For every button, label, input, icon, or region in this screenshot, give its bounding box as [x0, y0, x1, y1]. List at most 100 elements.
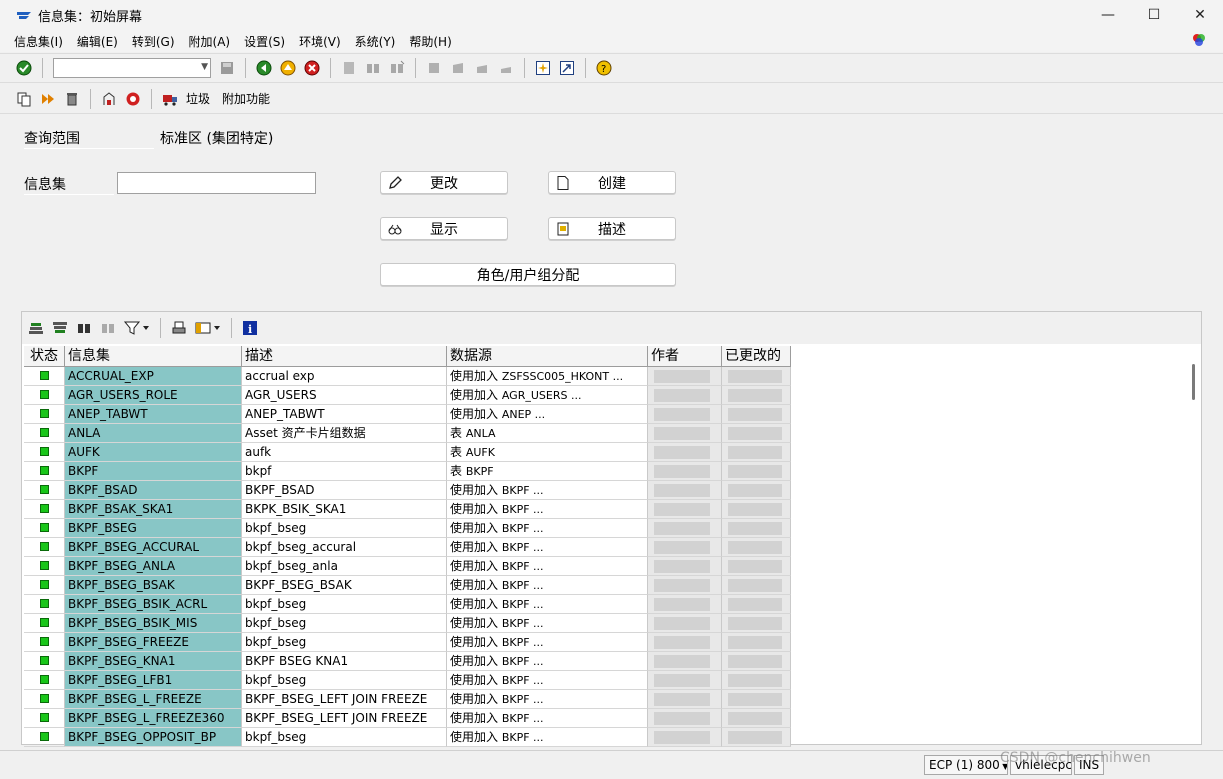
description-cell[interactable]: AGR_USERS [242, 386, 447, 405]
changed-by-cell[interactable] [722, 709, 791, 728]
infoset-name-cell[interactable]: BKPF_BSAD [65, 481, 242, 500]
display-button[interactable]: 显示 [380, 217, 508, 240]
table-row[interactable]: BKPF_BSAD BKPF_BSAD 使用加入 BKPF ... [24, 481, 794, 500]
lifebuoy-icon[interactable] [121, 88, 145, 110]
status-cell[interactable] [24, 557, 65, 576]
status-cell[interactable] [24, 709, 65, 728]
infoset-name-cell[interactable]: BKPF_BSAK_SKA1 [65, 500, 242, 519]
description-cell[interactable]: bkpf_bseg [242, 633, 447, 652]
changed-by-cell[interactable] [722, 690, 791, 709]
table-row[interactable]: BKPF_BSEG_BSAK BKPF_BSEG_BSAK 使用加入 BKPF ..… [24, 576, 794, 595]
data-source-cell[interactable]: 使用加入 BKPF ... [447, 728, 648, 747]
data-source-cell[interactable]: 使用加入 BKPF ... [447, 538, 648, 557]
copy-icon[interactable] [12, 88, 36, 110]
author-cell[interactable] [648, 652, 722, 671]
find-icon[interactable] [72, 317, 96, 339]
menu-goto[interactable]: 转到(G) [132, 33, 175, 50]
changed-by-cell[interactable] [722, 462, 791, 481]
table-row[interactable]: BKPF_BSAK_SKA1 BKPK_BSIK_SKA1 使用加入 BKPF ..… [24, 500, 794, 519]
author-cell[interactable] [648, 728, 722, 747]
status-cell[interactable] [24, 671, 65, 690]
description-cell[interactable]: bkpf_bseg [242, 519, 447, 538]
data-source-cell[interactable]: 使用加入 BKPF ... [447, 481, 648, 500]
description-cell[interactable]: bkpf [242, 462, 447, 481]
print-icon[interactable] [167, 317, 191, 339]
changed-by-cell[interactable] [722, 576, 791, 595]
vertical-scrollbar[interactable] [1192, 364, 1195, 400]
changed-by-cell[interactable] [722, 538, 791, 557]
infoset-name-cell[interactable]: AGR_USERS_ROLE [65, 386, 242, 405]
data-source-cell[interactable]: 使用加入 BKPF ... [447, 633, 648, 652]
infoset-name-cell[interactable]: BKPF_BSEG_KNA1 [65, 652, 242, 671]
description-cell[interactable]: bkpf_bseg [242, 595, 447, 614]
system-info[interactable]: ECP (1) 800 ▼ [924, 755, 1008, 775]
status-cell[interactable] [24, 424, 65, 443]
extras-button[interactable]: 附加功能 [222, 90, 270, 107]
maximize-button[interactable]: ☐ [1131, 0, 1177, 30]
author-cell[interactable] [648, 671, 722, 690]
menu-settings[interactable]: 设置(S) [244, 33, 285, 50]
data-source-cell[interactable]: 使用加入 AGR_USERS ... [447, 386, 648, 405]
infoset-name-cell[interactable]: BKPF_BSEG_LFB1 [65, 671, 242, 690]
description-cell[interactable]: accrual exp [242, 367, 447, 386]
description-cell[interactable]: bkpf_bseg [242, 728, 447, 747]
author-cell[interactable] [648, 500, 722, 519]
table-row[interactable]: BKPF_BSEG_ACCURAL bkpf_bseg_accural 使用加入 B… [24, 538, 794, 557]
info-icon[interactable]: i [238, 317, 262, 339]
transport-icon[interactable] [97, 88, 121, 110]
table-row[interactable]: BKPF_BSEG_ANLA bkpf_bseg_anla 使用加入 BKPF ..… [24, 557, 794, 576]
changed-by-cell[interactable] [722, 614, 791, 633]
sort-descending-icon[interactable] [48, 317, 72, 339]
data-source-cell[interactable]: 使用加入 BKPF ... [447, 500, 648, 519]
command-field[interactable]: ▼ [53, 58, 211, 78]
description-cell[interactable]: bkpf_bseg_anla [242, 557, 447, 576]
table-row[interactable]: BKPF_BSEG_FREEZE bkpf_bseg 使用加入 BKPF ... [24, 633, 794, 652]
author-cell[interactable] [648, 405, 722, 424]
author-cell[interactable] [648, 462, 722, 481]
author-cell[interactable] [648, 690, 722, 709]
author-cell[interactable] [648, 595, 722, 614]
infoset-name-cell[interactable]: BKPF [65, 462, 242, 481]
table-row[interactable]: BKPF_BSEG_BSIK_MIS bkpf_bseg 使用加入 BKPF ... [24, 614, 794, 633]
table-row[interactable]: AGR_USERS_ROLE AGR_USERS 使用加入 AGR_USERS ..… [24, 386, 794, 405]
menu-extras[interactable]: 附加(A) [189, 33, 231, 50]
description-cell[interactable]: aufk [242, 443, 447, 462]
role-assignment-button[interactable]: 角色/用户组分配 [380, 263, 676, 286]
infoset-name-cell[interactable]: BKPF_BSEG_L_FREEZE [65, 690, 242, 709]
status-cell[interactable] [24, 614, 65, 633]
table-row[interactable]: ANEP_TABWT ANEP_TABWT 使用加入 ANEP ... [24, 405, 794, 424]
trash-button[interactable]: 垃圾 [186, 90, 210, 107]
table-row[interactable]: ACCRUAL_EXP accrual exp 使用加入 ZSFSSC005_HKO… [24, 367, 794, 386]
data-source-cell[interactable]: 使用加入 BKPF ... [447, 709, 648, 728]
infoset-name-cell[interactable]: ANEP_TABWT [65, 405, 242, 424]
describe-button[interactable]: 描述 [548, 217, 676, 240]
filter-icon[interactable] [120, 317, 154, 339]
description-cell[interactable]: bkpf_bseg [242, 671, 447, 690]
status-cell[interactable] [24, 595, 65, 614]
author-cell[interactable] [648, 538, 722, 557]
menu-infoset[interactable]: 信息集(I) [14, 33, 63, 50]
author-cell[interactable] [648, 557, 722, 576]
column-header-description[interactable]: 描述 [242, 346, 447, 367]
column-header-author[interactable]: 作者 [648, 346, 722, 367]
help-icon[interactable]: ? [592, 57, 616, 79]
infoset-name-cell[interactable]: ANLA [65, 424, 242, 443]
menu-environment[interactable]: 环境(V) [299, 33, 341, 50]
status-cell[interactable] [24, 443, 65, 462]
data-source-cell[interactable]: 使用加入 BKPF ... [447, 519, 648, 538]
table-row[interactable]: BKPF_BSEG_LFB1 bkpf_bseg 使用加入 BKPF ... [24, 671, 794, 690]
truck-icon[interactable] [158, 88, 182, 110]
data-source-cell[interactable]: 使用加入 BKPF ... [447, 614, 648, 633]
infoset-name-cell[interactable]: BKPF_BSEG_ACCURAL [65, 538, 242, 557]
shortcut-icon[interactable] [555, 57, 579, 79]
table-row[interactable]: ANLA Asset 资产卡片组数据表 ANLA [24, 424, 794, 443]
changed-by-cell[interactable] [722, 595, 791, 614]
status-cell[interactable] [24, 652, 65, 671]
infoset-name-cell[interactable]: BKPF_BSEG_BSAK [65, 576, 242, 595]
table-row[interactable]: BKPF_BSEG_L_FREEZE360 BKPF_BSEG_LEFT JOIN… [24, 709, 794, 728]
description-cell[interactable]: ANEP_TABWT [242, 405, 447, 424]
infoset-name-cell[interactable]: ACCRUAL_EXP [65, 367, 242, 386]
description-cell[interactable]: BKPF_BSEG_LEFT JOIN FREEZE [242, 709, 447, 728]
author-cell[interactable] [648, 709, 722, 728]
description-cell[interactable]: bkpf_bseg_accural [242, 538, 447, 557]
